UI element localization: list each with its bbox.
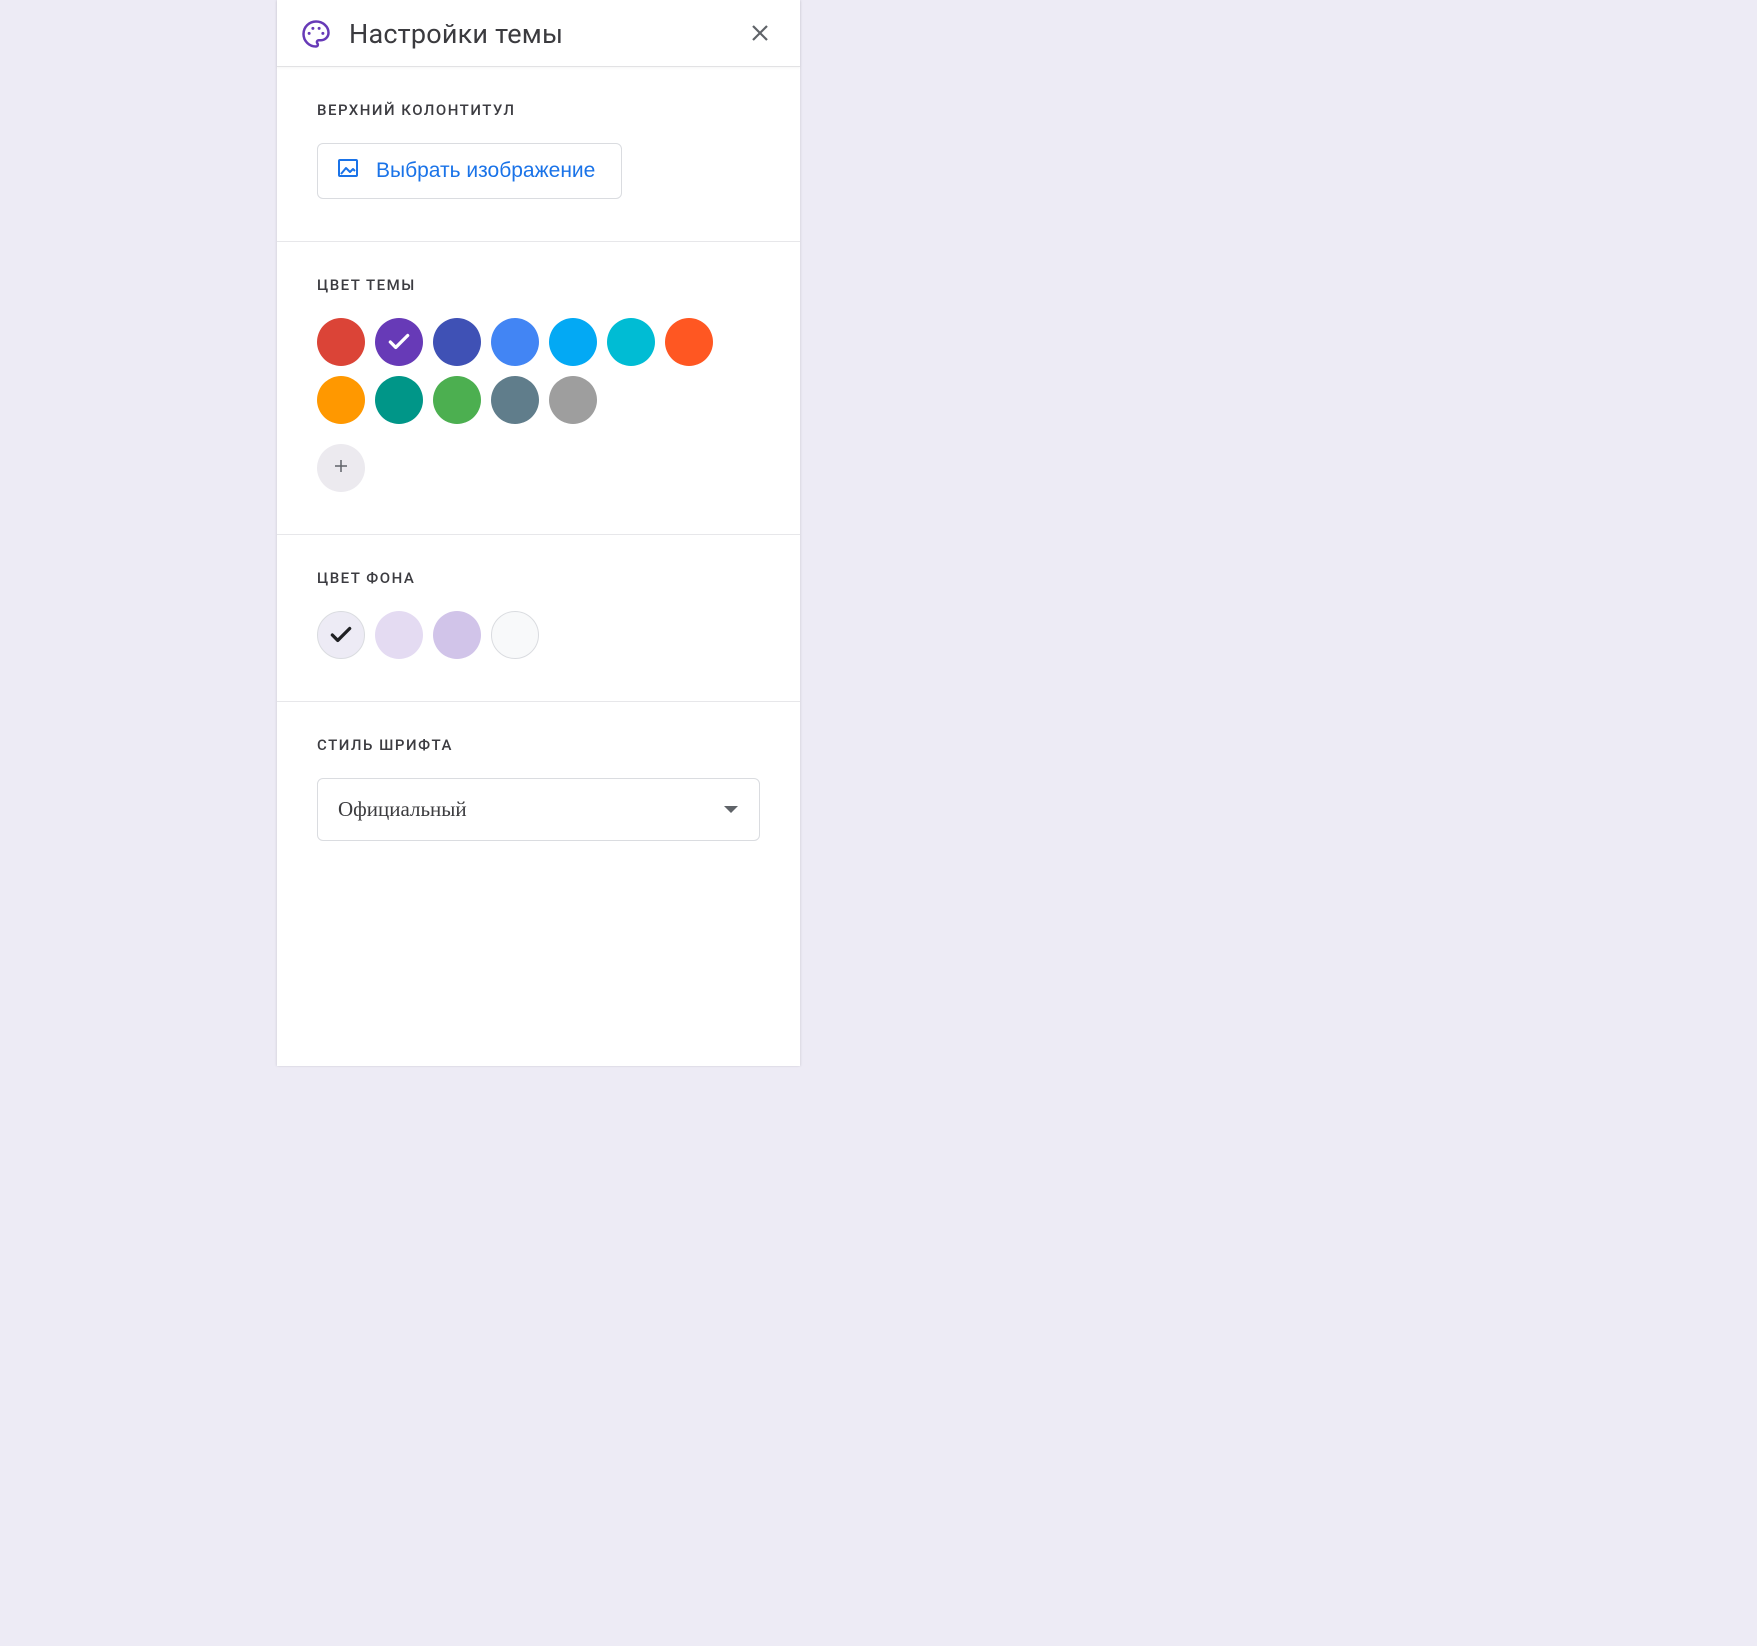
background-color-swatch[interactable] bbox=[375, 611, 423, 659]
panel-title: Настройки темы bbox=[349, 18, 744, 50]
theme-color-swatch[interactable] bbox=[665, 318, 713, 366]
plus-icon bbox=[332, 455, 350, 481]
theme-color-swatch[interactable] bbox=[549, 318, 597, 366]
theme-color-swatch[interactable] bbox=[375, 318, 423, 366]
background-color-swatch[interactable] bbox=[433, 611, 481, 659]
section-label-theme-color: ЦВЕТ ТЕМЫ bbox=[317, 276, 760, 294]
background-color-swatch[interactable] bbox=[491, 611, 539, 659]
chevron-down-icon bbox=[723, 800, 739, 819]
theme-color-swatch[interactable] bbox=[375, 376, 423, 424]
theme-color-section: ЦВЕТ ТЕМЫ bbox=[277, 242, 800, 535]
close-icon bbox=[748, 21, 772, 48]
theme-color-swatch[interactable] bbox=[491, 318, 539, 366]
theme-color-swatch[interactable] bbox=[491, 376, 539, 424]
background-color-swatch[interactable] bbox=[317, 611, 365, 659]
panel-header: Настройки темы bbox=[277, 0, 800, 67]
image-icon bbox=[336, 156, 360, 186]
theme-color-swatch[interactable] bbox=[433, 376, 481, 424]
choose-image-label: Выбрать изображение bbox=[376, 159, 595, 183]
add-custom-color-button[interactable] bbox=[317, 444, 365, 492]
section-label-font-style: СТИЛЬ ШРИФТА bbox=[317, 736, 760, 754]
close-button[interactable] bbox=[744, 18, 776, 50]
theme-color-swatch[interactable] bbox=[317, 376, 365, 424]
font-style-value: Официальный bbox=[338, 797, 467, 822]
section-label-header-image: ВЕРХНИЙ КОЛОНТИТУЛ bbox=[317, 101, 760, 119]
section-label-background-color: ЦВЕТ ФОНА bbox=[317, 569, 760, 587]
font-style-select[interactable]: Официальный bbox=[317, 778, 760, 841]
theme-color-swatch[interactable] bbox=[433, 318, 481, 366]
choose-image-button[interactable]: Выбрать изображение bbox=[317, 143, 622, 199]
background-color-swatches bbox=[317, 611, 760, 659]
header-image-section: ВЕРХНИЙ КОЛОНТИТУЛ Выбрать изображение bbox=[277, 67, 800, 242]
theme-color-swatch[interactable] bbox=[607, 318, 655, 366]
theme-color-swatch[interactable] bbox=[549, 376, 597, 424]
theme-color-swatch[interactable] bbox=[317, 318, 365, 366]
font-style-section: СТИЛЬ ШРИФТА Официальный bbox=[277, 702, 800, 883]
theme-color-swatches bbox=[317, 318, 760, 492]
background-color-section: ЦВЕТ ФОНА bbox=[277, 535, 800, 702]
palette-icon bbox=[301, 19, 331, 49]
theme-settings-panel: Настройки темы ВЕРХНИЙ КОЛОНТИТУЛ Выбрат… bbox=[277, 0, 800, 1066]
